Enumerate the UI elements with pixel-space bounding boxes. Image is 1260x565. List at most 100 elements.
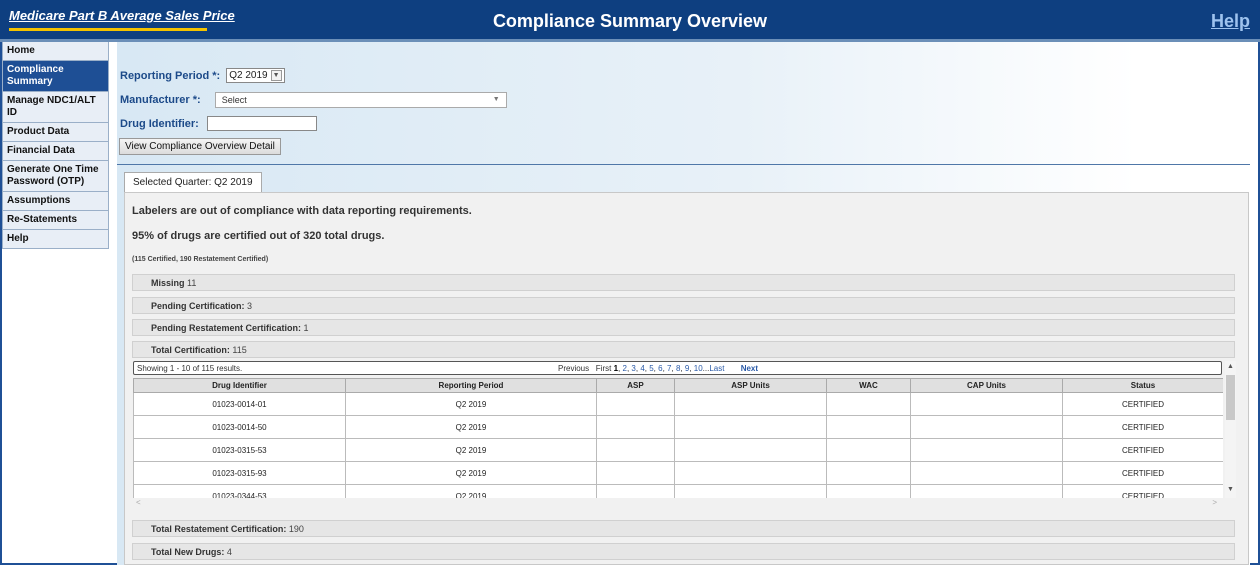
tab-panel: Labelers are out of compliance with data… xyxy=(124,192,1249,565)
pager-page-8[interactable]: 8 xyxy=(676,364,680,373)
section-pending-restatement-count: 1 xyxy=(303,323,309,333)
cell-asp xyxy=(596,461,675,485)
cell-wac xyxy=(826,438,911,462)
cell-reporting-period: Q2 2019 xyxy=(345,484,597,498)
cell-drug-identifier: 01023-0014-01 xyxy=(133,392,346,416)
pager-previous[interactable]: Previous xyxy=(558,364,589,373)
cell-reporting-period: Q2 2019 xyxy=(345,392,597,416)
table-row: 01023-0014-50 Q2 2019 CERTIFIED xyxy=(133,415,1223,439)
results-summary: Showing 1 - 10 of 115 results. xyxy=(137,364,243,373)
scroll-right-icon[interactable]: > xyxy=(1212,498,1217,507)
column-header-status[interactable]: Status xyxy=(1062,378,1223,393)
scroll-down-icon[interactable]: ▼ xyxy=(1227,486,1234,493)
cell-wac xyxy=(826,415,911,439)
chevron-down-icon: ▼ xyxy=(270,70,282,81)
cell-asp xyxy=(596,392,675,416)
section-total-certification[interactable]: Total Certification: 115 xyxy=(132,341,1235,358)
scroll-thumb[interactable] xyxy=(1226,375,1235,420)
pager-page-7[interactable]: 7 xyxy=(667,364,671,373)
section-total-new-count: 4 xyxy=(226,547,232,557)
scroll-left-icon[interactable]: < xyxy=(136,498,141,507)
section-total-restatement-certification[interactable]: Total Restatement Certification: 190 xyxy=(132,520,1235,537)
section-pending-count: 3 xyxy=(247,301,253,311)
section-total-new-drugs[interactable]: Total New Drugs: 4 xyxy=(132,543,1235,560)
cell-reporting-period: Q2 2019 xyxy=(345,438,597,462)
section-missing[interactable]: Missing 11 xyxy=(132,274,1235,291)
cell-drug-identifier: 01023-0315-93 xyxy=(133,461,346,485)
cell-asp xyxy=(596,415,675,439)
section-total-cert-label: Total Certification: xyxy=(151,345,230,355)
pager-page-6[interactable]: 6 xyxy=(658,364,662,373)
sidebar-item-home[interactable]: Home xyxy=(2,42,109,61)
column-header-asp[interactable]: ASP xyxy=(596,378,675,393)
table-row: 01023-0014-01 Q2 2019 CERTIFIED xyxy=(133,392,1223,416)
pagination-nav: Previous First 1, 2, 3, 4, 5, 6, 7, 8, 9… xyxy=(558,364,759,373)
column-header-cap-units[interactable]: CAP Units xyxy=(910,378,1063,393)
sidebar-item-assumptions[interactable]: Assumptions xyxy=(2,192,109,211)
table-row: 01023-0344-53 Q2 2019 CERTIFIED xyxy=(133,484,1223,498)
sidebar-item-generate-otp[interactable]: Generate One Time Password (OTP) xyxy=(2,161,109,192)
section-pending-label: Pending Certification: xyxy=(151,301,245,311)
cell-status: CERTIFIED xyxy=(1062,415,1223,439)
drug-table-container[interactable]: Drug Identifier Reporting Period ASP ASP… xyxy=(133,378,1223,498)
cell-cap-units xyxy=(910,415,1063,439)
pager-page-10[interactable]: 10 xyxy=(694,364,703,373)
manufacturer-select[interactable]: Select ▼ xyxy=(214,92,507,108)
cell-cap-units xyxy=(910,392,1063,416)
column-header-drug-identifier[interactable]: Drug Identifier xyxy=(133,378,346,393)
sidebar-item-product-data[interactable]: Product Data xyxy=(2,123,109,142)
section-pending-restatement[interactable]: Pending Restatement Certification: 1 xyxy=(132,319,1235,336)
pager-page-5[interactable]: 5 xyxy=(649,364,653,373)
scroll-up-icon[interactable]: ▲ xyxy=(1227,363,1234,370)
cell-asp-units xyxy=(674,484,827,498)
cell-drug-identifier: 01023-0315-53 xyxy=(133,438,346,462)
pager-next[interactable]: Next xyxy=(741,364,758,373)
pager-first[interactable]: First xyxy=(596,364,612,373)
sidebar-item-compliance-summary[interactable]: Compliance Summary xyxy=(2,61,109,92)
pager-page-4[interactable]: 4 xyxy=(640,364,644,373)
column-header-asp-units[interactable]: ASP Units xyxy=(674,378,827,393)
section-missing-count: 11 xyxy=(187,278,197,288)
page-title: Compliance Summary Overview xyxy=(492,11,768,31)
cell-drug-identifier: 01023-0014-50 xyxy=(133,415,346,439)
cell-asp-units xyxy=(674,392,827,416)
column-header-reporting-period[interactable]: Reporting Period xyxy=(345,378,597,393)
section-missing-label: Missing xyxy=(151,278,185,288)
cell-status: CERTIFIED xyxy=(1062,484,1223,498)
table-horizontal-scrollbar[interactable]: < > xyxy=(133,498,1223,508)
chevron-down-icon: ▼ xyxy=(492,96,500,103)
pager-page-3[interactable]: 3 xyxy=(631,364,635,373)
tab-selected-quarter[interactable]: Selected Quarter: Q2 2019 xyxy=(124,172,262,193)
section-total-restatement-label: Total Restatement Certification: xyxy=(151,524,287,534)
certified-percentage-message: 95% of drugs are certified out of 320 to… xyxy=(132,230,385,242)
reporting-period-select[interactable]: Q2 2019 ▼ xyxy=(226,68,285,83)
cell-status: CERTIFIED xyxy=(1062,438,1223,462)
certified-breakdown: (115 Certified, 190 Restatement Certifie… xyxy=(132,256,269,263)
pager-page-2[interactable]: 2 xyxy=(623,364,627,373)
cell-asp xyxy=(596,438,675,462)
pager-page-9[interactable]: 9 xyxy=(685,364,689,373)
table-vertical-scrollbar[interactable]: ▲ ▼ xyxy=(1225,361,1236,498)
sidebar-item-re-statements[interactable]: Re-Statements xyxy=(2,211,109,230)
cell-status: CERTIFIED xyxy=(1062,461,1223,485)
cell-cap-units xyxy=(910,484,1063,498)
cell-wac xyxy=(826,484,911,498)
cell-asp xyxy=(596,484,675,498)
drug-table: Drug Identifier Reporting Period ASP ASP… xyxy=(133,378,1223,498)
sidebar-item-financial-data[interactable]: Financial Data xyxy=(2,142,109,161)
help-link[interactable]: Help xyxy=(1211,11,1250,32)
section-pending-restatement-label: Pending Restatement Certification: xyxy=(151,323,302,333)
cell-cap-units xyxy=(910,461,1063,485)
section-pending-certification[interactable]: Pending Certification: 3 xyxy=(132,297,1235,314)
column-header-wac[interactable]: WAC xyxy=(826,378,911,393)
sidebar-item-manage-ndc[interactable]: Manage NDC1/ALT ID xyxy=(2,92,109,123)
cell-wac xyxy=(826,461,911,485)
sidebar: Home Compliance Summary Manage NDC1/ALT … xyxy=(2,42,109,249)
cell-status: CERTIFIED xyxy=(1062,392,1223,416)
sidebar-item-help[interactable]: Help xyxy=(2,230,109,249)
section-total-new-label: Total New Drugs: xyxy=(151,547,225,557)
drug-identifier-input[interactable] xyxy=(206,116,317,131)
view-compliance-detail-button[interactable]: View Compliance Overview Detail xyxy=(119,138,281,155)
pager-last[interactable]: Last xyxy=(709,364,724,373)
cell-asp-units xyxy=(674,438,827,462)
